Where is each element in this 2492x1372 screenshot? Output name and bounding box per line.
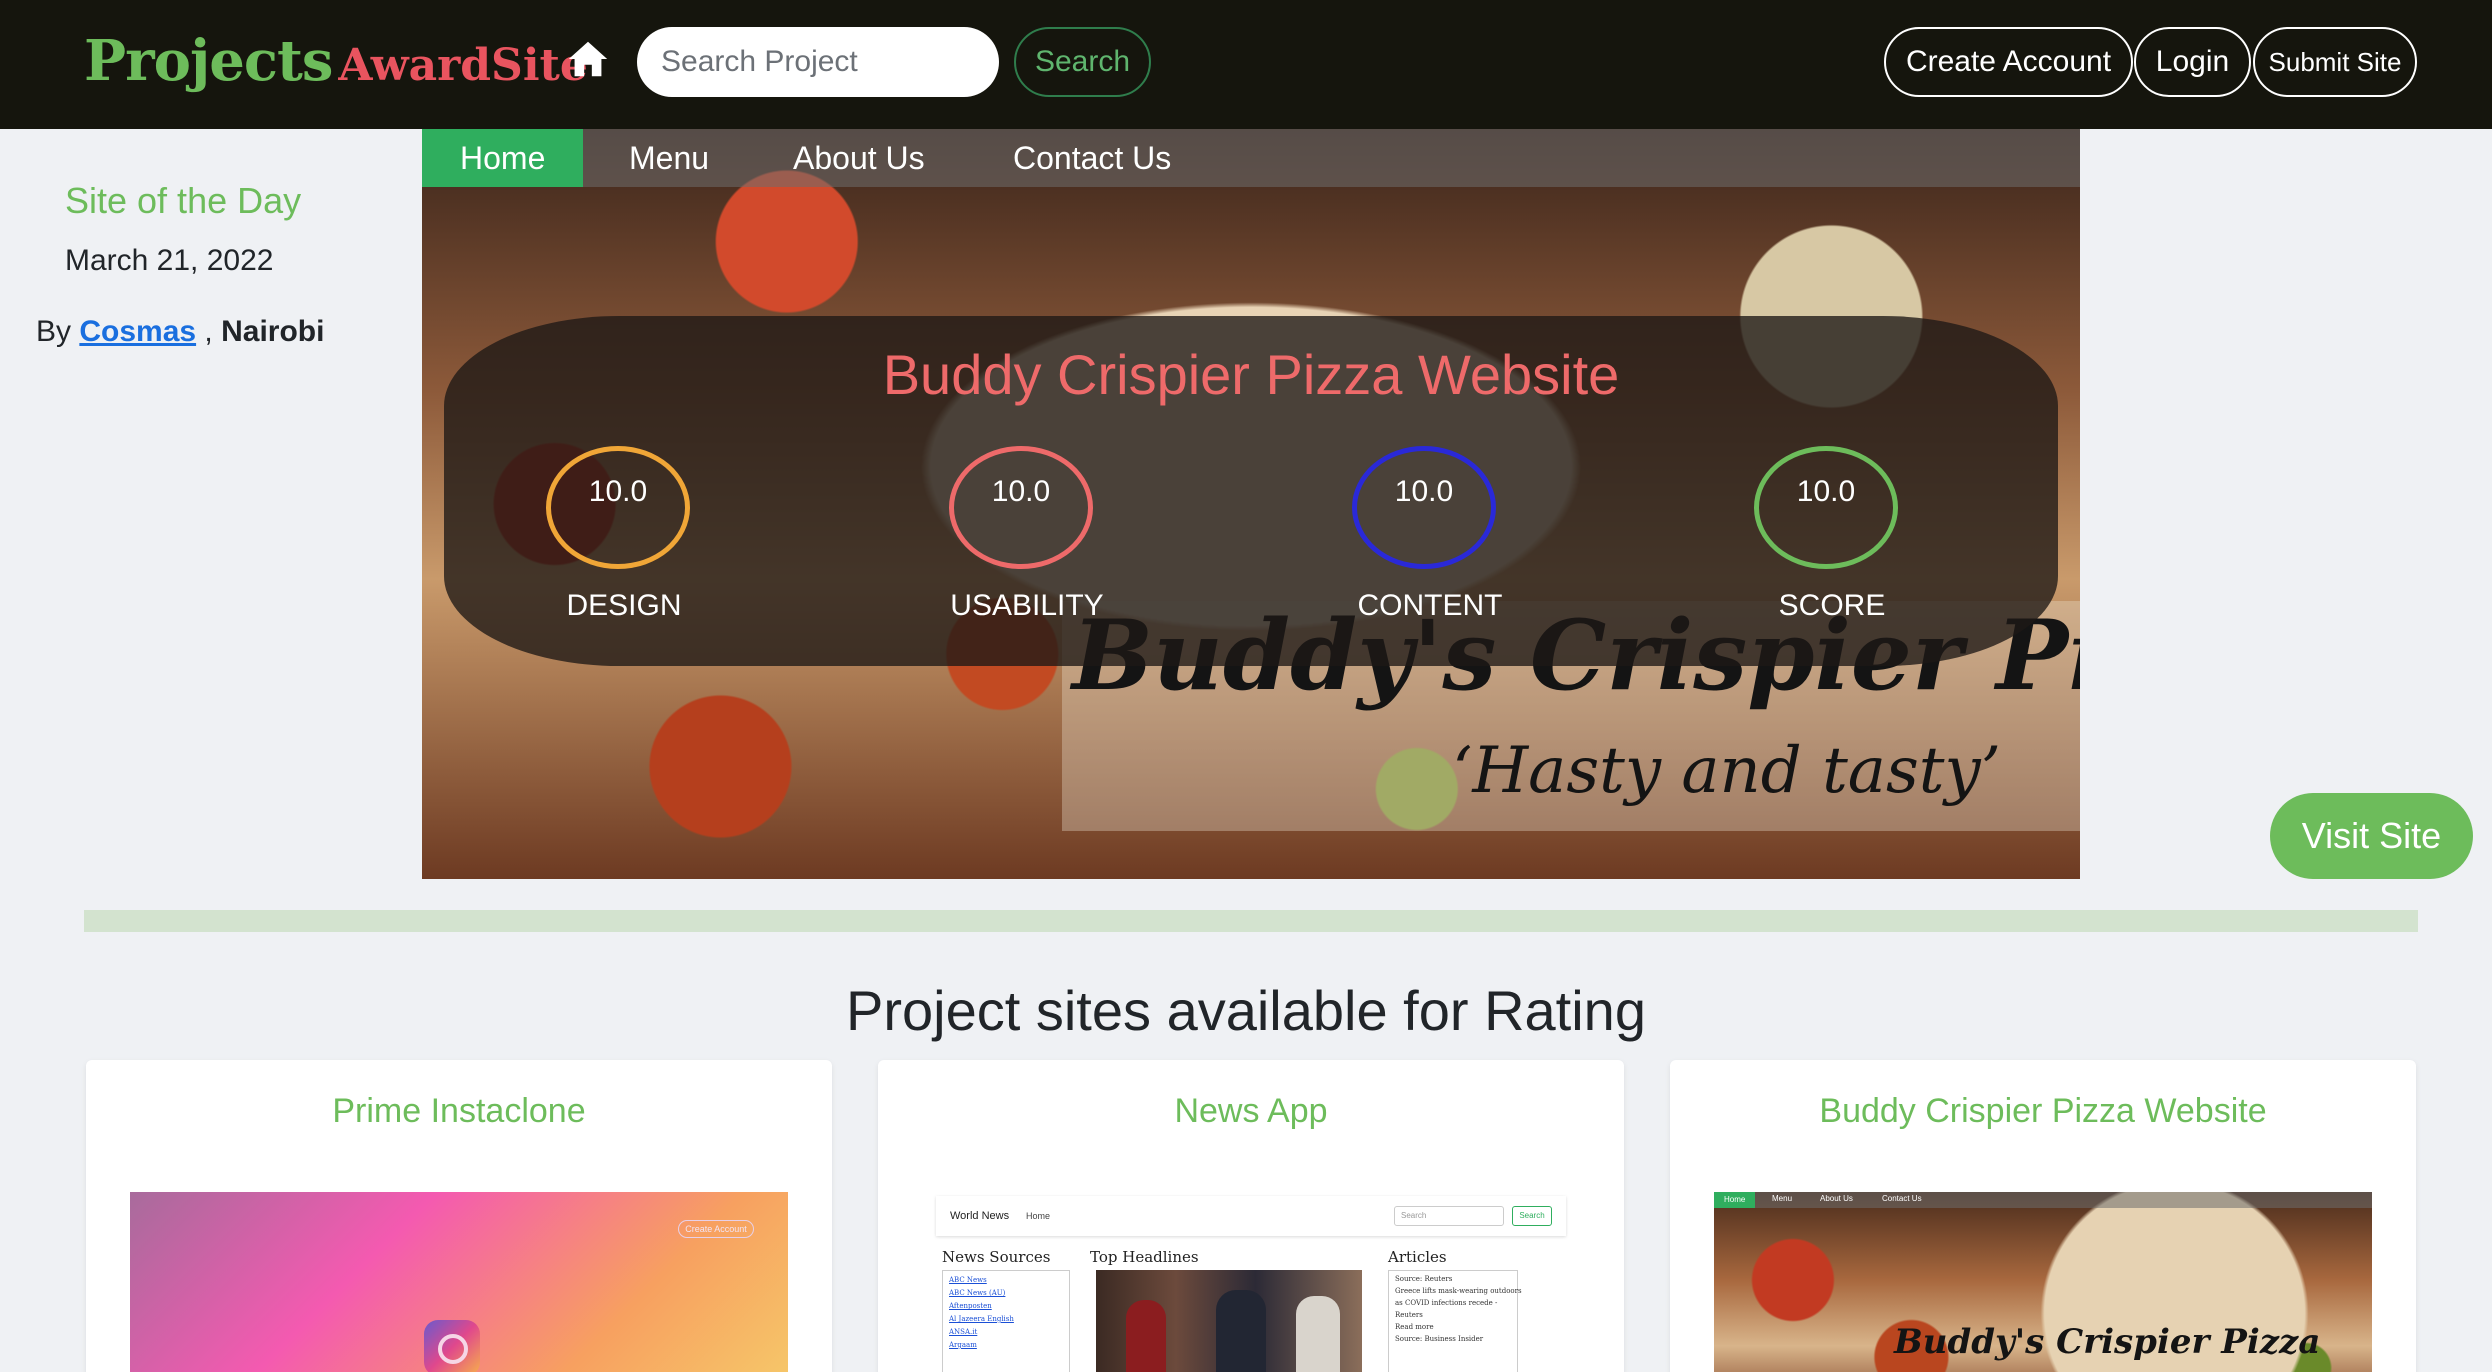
brand-primary: Projects (84, 28, 333, 94)
hero-preview-menu: Home Menu About Us Contact Us (422, 129, 2080, 187)
design-score: 10.0 (588, 475, 648, 508)
preview-menu-about: About Us (1820, 1194, 1853, 1203)
hero-menu-home: Home (422, 129, 584, 187)
brand-logo[interactable]: Projects AwardSite (84, 28, 588, 94)
preview-menu-home: Home (1714, 1192, 1756, 1208)
design-score-ring: 10.0 (546, 446, 690, 569)
site-of-day-heading: Site of the Day (65, 180, 302, 221)
by-prefix: By (36, 315, 72, 348)
submit-site-button[interactable]: Submit Site (2253, 27, 2417, 97)
search-button[interactable]: Search (1014, 27, 1151, 97)
preview-sources-list: ABC News ABC News (AU) Aftenposten Al Ja… (942, 1270, 1070, 1372)
hero-menu-contact: Contact Us (1013, 140, 1172, 176)
login-button[interactable]: Login (2134, 27, 2251, 97)
project-card[interactable]: Prime Instaclone Create Account (86, 1060, 832, 1372)
project-card-title[interactable]: Prime Instaclone (86, 1092, 832, 1131)
top-navbar: ProjectsAwardSite Search Create Account … (0, 0, 2492, 129)
project-card[interactable]: News App World News Home Search Search N… (878, 1060, 1624, 1372)
brand-secondary: AwardSite (338, 40, 588, 91)
preview-col-articles: Articles (1388, 1248, 1447, 1266)
site-of-day-date: March 21, 2022 (65, 244, 274, 277)
project-card-image[interactable]: Create Account (130, 1192, 788, 1372)
preview-menu: Home Menu About Us Contact Us (1714, 1192, 2372, 1208)
overall-score: 10.0 (1796, 475, 1856, 508)
preview-menu-menu: Menu (1772, 1194, 1793, 1203)
hero-menu-menu: Menu (629, 140, 710, 176)
rating-panel: Buddy Crispier Pizza Website 10.0 10.0 1… (444, 316, 2058, 666)
preview-brand: World News (950, 1210, 1010, 1222)
preview-article: as COVID infections recede - (1395, 1299, 1498, 1307)
preview-article: Source: Reuters (1395, 1275, 1453, 1283)
preview-source: ABC News (949, 1276, 987, 1284)
score-label: SCORE (1778, 589, 1886, 622)
preview-logo: Buddy's Crispier Pizza (1894, 1322, 2321, 1362)
preview-article: Reuters (1395, 1311, 1423, 1319)
preview-article: Read more (1395, 1323, 1434, 1331)
preview-article: Source: Business Insider (1395, 1335, 1484, 1343)
design-label: DESIGN (566, 589, 682, 622)
preview-source: Argaam (949, 1341, 977, 1349)
section-title: Project sites available for Rating (846, 979, 1646, 1042)
overall-score-ring: 10.0 (1754, 446, 1898, 569)
preview-articles-list: Source: Reuters Greece lifts mask-wearin… (1388, 1270, 1522, 1372)
preview-menu-contact: Contact Us (1882, 1194, 1922, 1203)
preview-search-button: Search (1512, 1206, 1552, 1226)
project-card-title[interactable]: News App (878, 1092, 1624, 1131)
preview-col-headlines: Top Headlines (1090, 1248, 1199, 1266)
instagram-icon (424, 1320, 480, 1372)
project-card[interactable]: Buddy Crispier Pizza Website Home Menu A… (1670, 1060, 2416, 1372)
preview-source: Aftenposten (949, 1302, 992, 1310)
preview-source: Al Jazeera English (949, 1315, 1014, 1323)
visit-site-button[interactable]: Visit Site (2270, 793, 2473, 879)
preview-headline-photo (1096, 1270, 1362, 1372)
author-link[interactable]: Cosmas (79, 315, 196, 348)
section-divider (84, 910, 2418, 932)
content-label: CONTENT (1357, 589, 1503, 622)
preview-search: Search (1394, 1206, 1504, 1226)
usability-score-ring: 10.0 (949, 446, 1093, 569)
author-location: Nairobi (221, 315, 325, 348)
hero-site-preview: Home Menu About Us Contact Us Buddy's Cr… (422, 129, 2080, 879)
preview-col-sources: News Sources (942, 1248, 1051, 1266)
home-icon[interactable] (565, 36, 611, 82)
content-score-ring: 10.0 (1352, 446, 1496, 569)
project-card-title[interactable]: Buddy Crispier Pizza Website (1670, 1092, 2416, 1131)
project-card-image[interactable]: Home Menu About Us Contact Us Buddy's Cr… (1714, 1192, 2372, 1372)
preview-source: ANSA.it (949, 1328, 978, 1336)
preview-create-account: Create Account (678, 1220, 754, 1238)
usability-score: 10.0 (991, 475, 1051, 508)
project-card-image[interactable]: World News Home Search Search News Sourc… (922, 1192, 1580, 1372)
create-account-button[interactable]: Create Account (1884, 27, 2133, 97)
content-score: 10.0 (1394, 475, 1454, 508)
site-of-day-byline: By Cosmas , Nairobi (36, 315, 324, 349)
search-input[interactable] (637, 27, 999, 97)
hero-logo-tagline: ‘Hasty and tasty’ (1452, 734, 2001, 808)
hero-menu-about: About Us (793, 140, 925, 176)
preview-source: ABC News (AU) (949, 1289, 1006, 1297)
preview-home: Home (1026, 1211, 1051, 1221)
preview-navbar: World News Home Search Search (936, 1196, 1566, 1236)
usability-label: USABILITY (950, 589, 1104, 622)
preview-article: Greece lifts mask-wearing outdoors (1395, 1287, 1522, 1295)
featured-site-title: Buddy Crispier Pizza Website (882, 343, 1620, 406)
byline-separator: , (204, 315, 213, 348)
